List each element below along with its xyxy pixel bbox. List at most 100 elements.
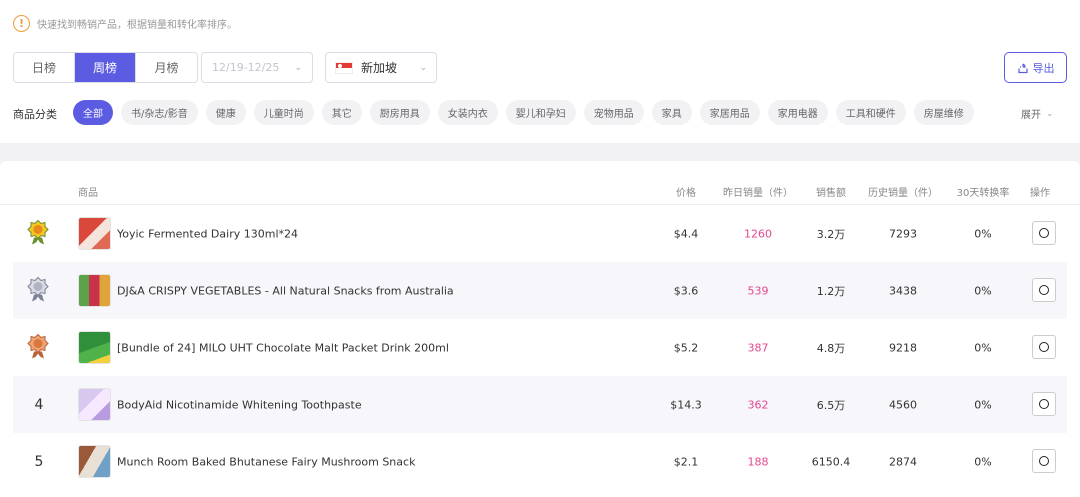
category-chip[interactable]: 宠物用品 bbox=[583, 100, 644, 125]
table-header: 商品 价格 昨日销量（件） 销售额 历史销量（件） 30天转换率 操作 bbox=[0, 161, 1080, 205]
category-chips: 全部 书/杂志/影音 健康 儿童时尚 其它 厨房用具 女装内衣 婴儿和孕妇 宠物… bbox=[73, 100, 982, 125]
table-row[interactable]: DJ&A CRISPY VEGETABLES - All Natural Sna… bbox=[13, 262, 1067, 319]
history-sales-cell: 2874 bbox=[889, 455, 917, 468]
chevron-down-icon: ⌄ bbox=[294, 62, 302, 73]
category-chip[interactable]: 家居用品 bbox=[699, 100, 760, 125]
price-cell: $5.2 bbox=[673, 341, 699, 354]
category-chip[interactable]: 健康 bbox=[205, 100, 246, 125]
header-history-sales: 历史销量（件） bbox=[868, 188, 938, 199]
yesterday-sales-cell: 539 bbox=[747, 284, 769, 297]
yesterday-sales-cell: 188 bbox=[747, 455, 769, 468]
tab-weekly[interactable]: 周榜 bbox=[75, 53, 136, 82]
category-chip[interactable]: 婴儿和孕妇 bbox=[505, 100, 576, 125]
date-range-value: 12/19-12/25 bbox=[212, 61, 280, 74]
chevron-down-icon: ⌄ bbox=[1046, 108, 1054, 119]
category-chip[interactable]: 女装内衣 bbox=[437, 100, 498, 125]
export-icon bbox=[1017, 62, 1028, 73]
expand-label: 展开 bbox=[1021, 110, 1041, 121]
header-action: 操作 bbox=[1030, 188, 1050, 199]
header-conversion: 30天转换率 bbox=[956, 188, 1010, 199]
product-name[interactable]: BodyAid Nicotinamide Whitening Toothpast… bbox=[117, 398, 362, 411]
header-price: 价格 bbox=[676, 188, 696, 199]
search-action-button[interactable] bbox=[1032, 278, 1056, 302]
category-chip[interactable]: 儿童时尚 bbox=[253, 100, 314, 125]
ranking-table: 商品 价格 昨日销量（件） 销售额 历史销量（件） 30天转换率 操作 Yoyi… bbox=[0, 161, 1080, 497]
category-chip-all[interactable]: 全部 bbox=[73, 100, 113, 125]
date-range-select[interactable]: 12/19-12/25 ⌄ bbox=[201, 52, 313, 83]
period-tabs: 日榜 周榜 月榜 bbox=[13, 52, 198, 83]
price-cell: $2.1 bbox=[673, 455, 699, 468]
rank-cell bbox=[27, 276, 49, 305]
search-action-button[interactable] bbox=[1032, 221, 1056, 245]
category-chip[interactable]: 厨房用具 bbox=[369, 100, 430, 125]
filter-panel: ! 快速找到畅销产品，根据销量和转化率排序。 日榜 周榜 月榜 12/19-12… bbox=[0, 0, 1080, 143]
search-action-button[interactable] bbox=[1032, 392, 1056, 416]
rank-cell bbox=[27, 219, 49, 248]
tip-text: 快速找到畅销产品，根据销量和转化率排序。 bbox=[37, 20, 237, 31]
product-name[interactable]: Yoyic Fermented Dairy 130ml*24 bbox=[117, 227, 298, 240]
conversion-cell: 0% bbox=[974, 227, 992, 240]
product-thumbnail[interactable] bbox=[78, 217, 111, 250]
revenue-cell: 6150.4 bbox=[811, 455, 851, 468]
search-icon bbox=[1039, 342, 1049, 352]
price-cell: $14.3 bbox=[670, 398, 702, 411]
revenue-cell: 6.5万 bbox=[816, 398, 846, 412]
tab-monthly[interactable]: 月榜 bbox=[136, 53, 197, 82]
category-chip[interactable]: 家具 bbox=[651, 100, 692, 125]
country-value: 新加坡 bbox=[361, 61, 398, 75]
yesterday-sales-cell: 362 bbox=[747, 398, 769, 411]
revenue-cell: 3.2万 bbox=[816, 227, 846, 241]
gold-medal-icon bbox=[27, 219, 49, 244]
conversion-cell: 0% bbox=[974, 284, 992, 297]
yesterday-sales-cell: 1260 bbox=[744, 227, 772, 240]
product-name[interactable]: Munch Room Baked Bhutanese Fairy Mushroo… bbox=[117, 455, 415, 468]
category-chip[interactable]: 房屋维修 bbox=[913, 100, 974, 125]
product-name[interactable]: [Bundle of 24] MILO UHT Chocolate Malt P… bbox=[117, 341, 449, 354]
price-cell: $3.6 bbox=[673, 284, 699, 297]
revenue-cell: 1.2万 bbox=[816, 284, 846, 298]
product-thumbnail[interactable] bbox=[78, 388, 111, 421]
info-icon: ! bbox=[13, 15, 30, 32]
history-sales-cell: 4560 bbox=[889, 398, 917, 411]
search-icon bbox=[1039, 399, 1049, 409]
header-revenue: 销售额 bbox=[816, 188, 846, 199]
search-icon bbox=[1039, 285, 1049, 295]
rank-cell bbox=[27, 333, 49, 362]
search-action-button[interactable] bbox=[1032, 335, 1056, 359]
conversion-cell: 0% bbox=[974, 455, 992, 468]
chevron-down-icon: ⌄ bbox=[419, 62, 427, 73]
category-chip[interactable]: 书/杂志/影音 bbox=[121, 100, 198, 125]
category-chip[interactable]: 工具和硬件 bbox=[835, 100, 906, 125]
history-sales-cell: 7293 bbox=[889, 227, 917, 240]
rank-number: 5 bbox=[34, 453, 44, 470]
product-name[interactable]: DJ&A CRISPY VEGETABLES - All Natural Sna… bbox=[117, 284, 454, 297]
rank-number: 4 bbox=[34, 396, 44, 413]
category-chip[interactable]: 其它 bbox=[321, 100, 362, 125]
country-select[interactable]: 新加坡 ⌄ bbox=[325, 52, 437, 83]
revenue-cell: 4.8万 bbox=[816, 341, 846, 355]
tip-bar: ! 快速找到畅销产品，根据销量和转化率排序。 bbox=[13, 15, 237, 32]
conversion-cell: 0% bbox=[974, 398, 992, 411]
table-row[interactable]: Yoyic Fermented Dairy 130ml*24 $4.4 1260… bbox=[13, 205, 1067, 262]
search-action-button[interactable] bbox=[1032, 449, 1056, 473]
category-chip[interactable]: 家用电器 bbox=[767, 100, 828, 125]
category-label: 商品分类 bbox=[13, 108, 57, 121]
product-thumbnail[interactable] bbox=[78, 445, 111, 478]
tab-daily[interactable]: 日榜 bbox=[14, 53, 75, 82]
header-yesterday-sales: 昨日销量（件） bbox=[723, 188, 793, 199]
conversion-cell: 0% bbox=[974, 341, 992, 354]
product-thumbnail[interactable] bbox=[78, 331, 111, 364]
search-icon bbox=[1039, 228, 1049, 238]
product-thumbnail[interactable] bbox=[78, 274, 111, 307]
history-sales-cell: 9218 bbox=[889, 341, 917, 354]
yesterday-sales-cell: 387 bbox=[747, 341, 769, 354]
table-row[interactable]: [Bundle of 24] MILO UHT Chocolate Malt P… bbox=[13, 319, 1067, 376]
export-button[interactable]: 导出 bbox=[1004, 52, 1067, 83]
export-label: 导出 bbox=[1032, 61, 1055, 75]
expand-categories-button[interactable]: 展开 ⌄ bbox=[1021, 106, 1054, 122]
table-row[interactable]: 4 BodyAid Nicotinamide Whitening Toothpa… bbox=[13, 376, 1067, 433]
history-sales-cell: 3438 bbox=[889, 284, 917, 297]
search-icon bbox=[1039, 456, 1049, 466]
table-row[interactable]: 5 Munch Room Baked Bhutanese Fairy Mushr… bbox=[13, 433, 1067, 490]
silver-medal-icon bbox=[27, 276, 49, 301]
